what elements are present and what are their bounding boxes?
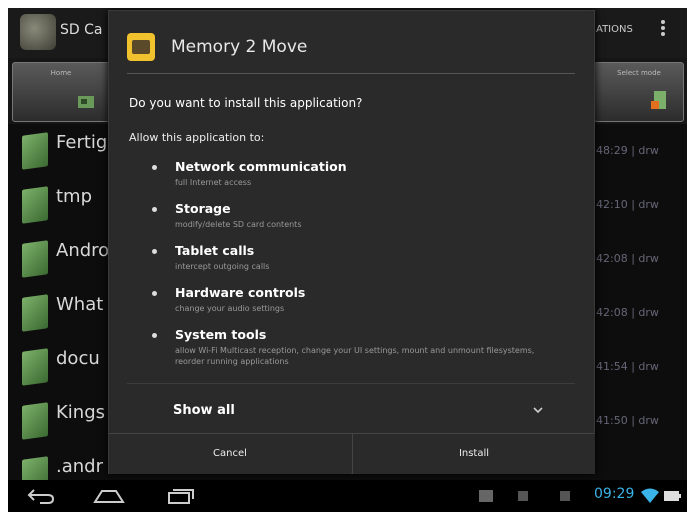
- permission-title: Network communication: [175, 159, 347, 174]
- folder-icon: [22, 294, 48, 332]
- home-label: Home: [50, 69, 72, 77]
- allow-label: Allow this application to:: [129, 131, 265, 144]
- bullet: [152, 333, 157, 338]
- menu-action-text[interactable]: ATIONS: [596, 24, 633, 35]
- app-icon[interactable]: [20, 14, 56, 50]
- file-meta: 42:08 | drw: [596, 252, 659, 265]
- file-meta: 41:54 | drw: [596, 360, 659, 373]
- notification-icon-2: [560, 491, 570, 501]
- dialog-title: Memory 2 Move: [171, 37, 308, 57]
- file-name: tmp: [56, 186, 93, 207]
- file-meta: 48:29 | drw: [596, 144, 659, 157]
- system-nav-bar: 09:29: [8, 480, 687, 512]
- overflow-menu-icon[interactable]: [660, 18, 666, 42]
- folder-icon: [22, 186, 48, 224]
- bullet: [152, 249, 157, 254]
- notification-icon: [518, 491, 528, 501]
- folder-icon: [22, 402, 48, 440]
- header-divider: [127, 73, 575, 74]
- battery-icon: [664, 491, 681, 501]
- permission-title: Hardware controls: [175, 285, 306, 300]
- folder-icon: [22, 348, 48, 386]
- install-dialog: Memory 2 Move Do you want to install thi…: [108, 10, 595, 474]
- app-install-icon: [127, 33, 155, 61]
- file-name: Andro: [56, 240, 110, 261]
- install-button[interactable]: Install: [352, 434, 595, 474]
- dialog-buttons: Cancel Install: [109, 433, 595, 474]
- file-name: Fertig: [56, 132, 108, 153]
- dialog-header: Memory 2 Move: [109, 11, 594, 73]
- bullet: [152, 207, 157, 212]
- select-mode-button[interactable]: Select mode: [594, 62, 684, 122]
- permission-description: intercept outgoing calls: [175, 262, 270, 271]
- permission-description: modify/delete SD card contents: [175, 220, 302, 229]
- select-mode-label: Select mode: [617, 69, 661, 77]
- permission-description: allow Wi-Fi Multicast reception, change …: [175, 346, 535, 366]
- permission-description: full Internet access: [175, 178, 252, 187]
- clock: 09:29: [594, 486, 635, 502]
- file-meta: 42:08 | drw: [596, 306, 659, 319]
- screenshot-icon: [479, 490, 493, 502]
- show-all-divider: [127, 383, 575, 384]
- permission-title: System tools: [175, 327, 267, 342]
- install-question: Do you want to install this application?: [129, 96, 363, 110]
- home-icon: [78, 96, 94, 108]
- bullet: [152, 165, 157, 170]
- back-icon[interactable]: [26, 486, 56, 506]
- show-all-toggle[interactable]: Show all: [173, 403, 235, 418]
- file-name: Kings: [56, 402, 106, 423]
- cancel-button[interactable]: Cancel: [109, 434, 351, 474]
- file-meta: 42:10 | drw: [596, 198, 659, 211]
- folder-icon: [22, 240, 48, 278]
- folder-icon: [22, 132, 48, 170]
- tablet-screen: SD Ca ATIONS Home Select mode Fertig 48:2…: [8, 8, 687, 512]
- home-button[interactable]: Home: [12, 62, 110, 122]
- select-icon: [651, 91, 666, 109]
- permission-title: Tablet calls: [175, 243, 255, 258]
- file-name: docu: [56, 348, 100, 369]
- file-meta: 41:50 | drw: [596, 414, 659, 427]
- chevron-down-icon[interactable]: [533, 405, 543, 415]
- bullet: [152, 291, 157, 296]
- permission-title: Storage: [175, 201, 231, 216]
- app-title: SD Ca: [60, 22, 103, 38]
- home-nav-icon[interactable]: [92, 486, 126, 506]
- file-name: What: [56, 294, 104, 315]
- recent-apps-icon[interactable]: [166, 486, 196, 506]
- file-name: .andr: [56, 456, 103, 477]
- wifi-icon: [641, 488, 659, 503]
- permission-description: change your audio settings: [175, 304, 285, 313]
